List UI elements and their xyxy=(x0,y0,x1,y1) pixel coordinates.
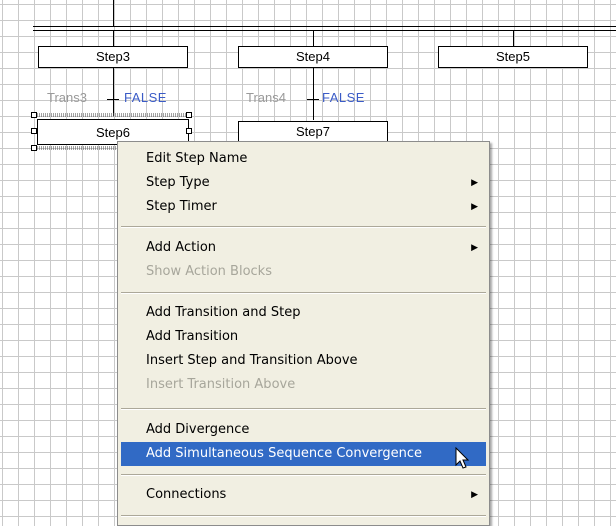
mouse-pointer-icon xyxy=(455,447,470,469)
menu-item-label: Show Action Blocks xyxy=(146,264,272,279)
menu-item-label: Add Transition and Step xyxy=(146,305,301,320)
menu-item-show-action-blocks: Show Action Blocks xyxy=(121,260,486,284)
submenu-arrow-icon: ▶ xyxy=(471,178,478,188)
menu-item-connections[interactable]: Connections ▶ xyxy=(121,483,486,507)
menu-item-label: Insert Step and Transition Above xyxy=(146,353,358,368)
submenu-arrow-icon: ▶ xyxy=(471,490,478,500)
menu-item-label: Add Simultaneous Sequence Convergence xyxy=(146,446,423,461)
resize-handle-nw[interactable] xyxy=(31,112,37,118)
step-label: Step6 xyxy=(96,125,130,140)
menu-item-insert-step-and-transition-above[interactable]: Insert Step and Transition Above xyxy=(121,349,486,373)
menu-item-add-divergence[interactable]: Add Divergence xyxy=(121,418,486,442)
menu-item-insert-transition-above: Insert Transition Above xyxy=(121,373,486,397)
resize-handle-e[interactable] xyxy=(186,128,192,134)
resize-handle-ne[interactable] xyxy=(186,112,192,118)
menu-item-step-timer[interactable]: Step Timer ▶ xyxy=(121,195,486,219)
menu-item-edit-step-name[interactable]: Edit Step Name xyxy=(121,147,486,171)
menu-item-label: Add Transition xyxy=(146,329,239,344)
step-box-step4[interactable]: Step4 xyxy=(238,46,388,68)
menu-item-add-action[interactable]: Add Action ▶ xyxy=(121,236,486,260)
connector-trans3-upper xyxy=(113,68,114,116)
step-label: Step7 xyxy=(296,124,330,139)
submenu-arrow-icon: ▶ xyxy=(471,243,478,253)
menu-item-add-transition-and-step[interactable]: Add Transition and Step xyxy=(121,301,486,325)
connector-step3 xyxy=(113,31,114,46)
context-menu: Edit Step Name Step Type ▶ Step Timer ▶ … xyxy=(117,141,490,526)
divergence-bar-upper xyxy=(33,26,616,27)
menu-item-label: Step Type xyxy=(146,175,210,190)
step-box-step3[interactable]: Step3 xyxy=(38,46,188,68)
menu-item-label: Step Timer xyxy=(146,199,217,214)
step-box-step5[interactable]: Step5 xyxy=(438,46,588,68)
resize-handle-w[interactable] xyxy=(31,128,37,134)
connector-step5 xyxy=(513,31,514,46)
connector-step4 xyxy=(313,31,314,46)
menu-item-label: Add Divergence xyxy=(146,422,250,437)
resize-handle-sw[interactable] xyxy=(31,145,37,151)
menu-separator xyxy=(121,474,486,476)
divergence-bar-lower xyxy=(33,30,616,31)
menu-separator xyxy=(121,408,486,410)
menu-item-label: Add Action xyxy=(146,240,217,255)
top-connector-line xyxy=(113,0,114,26)
menu-item-label: Connections xyxy=(146,487,227,502)
transition-value-trans4: FALSE xyxy=(322,90,365,105)
menu-item-add-transition[interactable]: Add Transition xyxy=(121,325,486,349)
transition-bar-trans4[interactable] xyxy=(307,99,319,100)
connector-trans4-upper xyxy=(313,68,314,120)
transition-name-trans3[interactable]: Trans3 xyxy=(47,90,87,105)
transition-name-trans4[interactable]: Trans4 xyxy=(246,90,286,105)
menu-item-label: Edit Step Name xyxy=(146,151,248,166)
transition-value-trans3: FALSE xyxy=(124,90,167,105)
selection-band-top xyxy=(33,113,193,117)
menu-item-label: Insert Transition Above xyxy=(146,377,296,392)
menu-separator xyxy=(121,515,486,517)
step-box-step7[interactable]: Step7 xyxy=(238,121,388,143)
menu-item-step-type[interactable]: Step Type ▶ xyxy=(121,171,486,195)
step-label: Step3 xyxy=(96,49,130,64)
submenu-arrow-icon: ▶ xyxy=(471,202,478,212)
step-label: Step5 xyxy=(496,49,530,64)
step-label: Step4 xyxy=(296,49,330,64)
menu-separator xyxy=(121,292,486,294)
menu-item-add-simultaneous-sequence-convergence[interactable]: Add Simultaneous Sequence Convergence xyxy=(121,442,486,466)
menu-separator xyxy=(121,226,486,228)
transition-bar-trans3[interactable] xyxy=(107,99,119,100)
